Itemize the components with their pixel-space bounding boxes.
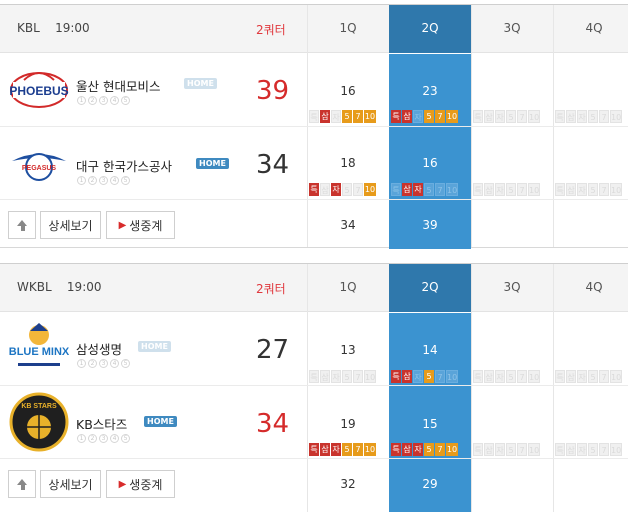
- scoreboard-footer: 상세보기 ▶ 생중계 32 29: [0, 460, 628, 508]
- quarter-header-1q: 1Q: [339, 280, 357, 294]
- q2-score: 16: [422, 156, 438, 170]
- q4-stat-chips: 특 삼 자 5 7 10: [555, 370, 622, 383]
- team-row: KB STARS KB스타즈 HOME 12345 34 19 15 특 삼 자…: [0, 387, 628, 459]
- mini-indicator: 12345: [77, 434, 130, 443]
- scoreboard-kbl: KBL 19:00 2쿼터 1Q 2Q 3Q 4Q PHOEBUS 울산 현대모…: [0, 4, 628, 249]
- play-triangle-icon: ▶: [118, 478, 127, 490]
- quarter-header-1q: 1Q: [339, 21, 357, 35]
- q1-score: 19: [340, 417, 356, 431]
- detail-button[interactable]: 상세보기: [40, 470, 101, 498]
- team-name[interactable]: 삼성생명: [76, 339, 122, 358]
- q1-score: 16: [340, 84, 356, 98]
- scoreboard-header: WKBL 19:00 2쿼터 1Q 2Q 3Q 4Q: [0, 264, 628, 312]
- q2-total: 39: [422, 218, 438, 232]
- q1-score: 13: [340, 343, 356, 357]
- play-triangle-icon: ▶: [118, 219, 127, 231]
- home-badge: HOME: [184, 78, 217, 89]
- current-period: 2쿼터: [256, 23, 286, 37]
- q1-score: 18: [340, 156, 356, 170]
- q3-stat-chips: 특 삼 자 5 7 10: [473, 110, 540, 123]
- detail-button[interactable]: 상세보기: [40, 211, 101, 239]
- q2-total: 29: [422, 477, 438, 491]
- scroll-up-button[interactable]: [8, 470, 36, 498]
- scoreboard-footer: 상세보기 ▶ 생중계 34 39: [0, 201, 628, 249]
- quarter-header-4q: 4Q: [585, 280, 603, 294]
- q2-score: 23: [422, 84, 438, 98]
- q2-stat-chips: 특 삼 자 5 7 10: [391, 183, 458, 196]
- team-logo-phoebus: PHOEBUS: [9, 72, 69, 108]
- live-button[interactable]: ▶ 생중계: [106, 211, 175, 239]
- q1-stat-chips: 특 삼 자 5 7 10: [309, 183, 376, 196]
- live-button[interactable]: ▶ 생중계: [106, 470, 175, 498]
- q2-stat-chips: 특 삼 자 5 7 10: [391, 110, 458, 123]
- current-period: 2쿼터: [256, 282, 286, 296]
- q2-stat-chips: 특 삼 자 5 7 10: [391, 443, 458, 456]
- home-badge: HOME: [196, 158, 229, 169]
- team-name[interactable]: 울산 현대모비스: [76, 76, 160, 95]
- team-logo-kb-stars: KB STARS: [9, 392, 69, 452]
- team-logo-blue-minx: BLUE MINX: [9, 323, 70, 366]
- scoreboard-header: KBL 19:00 2쿼터 1Q 2Q 3Q 4Q: [0, 5, 628, 53]
- mini-indicator: 12345: [77, 359, 130, 368]
- q1-stat-chips: 특 삼 자 5 7 10: [309, 443, 376, 456]
- quarter-header-2q: 2Q: [421, 280, 439, 294]
- league-time: WKBL 19:00: [17, 280, 102, 294]
- q4-stat-chips: 특 삼 자 5 7 10: [555, 183, 622, 196]
- q1-stat-chips: 특 삼 자 5 7 10: [309, 110, 376, 123]
- q4-stat-chips: 특 삼 자 5 7 10: [555, 110, 622, 123]
- q2-stat-chips: 특 삼 자 5 7 10: [391, 370, 458, 383]
- quarter-header-2q: 2Q: [421, 21, 439, 35]
- mini-indicator: 12345: [77, 176, 130, 185]
- scoreboard-wkbl: WKBL 19:00 2쿼터 1Q 2Q 3Q 4Q BLUE MINX 삼성생…: [0, 263, 628, 512]
- q1-total: 32: [340, 477, 356, 491]
- home-badge: HOME: [144, 416, 177, 427]
- svg-text:BLUE MINX: BLUE MINX: [9, 346, 70, 358]
- team-name[interactable]: KB스타즈: [76, 414, 127, 433]
- team-name[interactable]: 대구 한국가스공사: [76, 156, 172, 175]
- q3-stat-chips: 특 삼 자 5 7 10: [473, 443, 540, 456]
- home-badge: HOME: [138, 341, 171, 352]
- quarter-header-3q: 3Q: [503, 21, 521, 35]
- league-time: KBL 19:00: [17, 21, 90, 35]
- scroll-up-button[interactable]: [8, 211, 36, 239]
- q3-stat-chips: 특 삼 자 5 7 10: [473, 183, 540, 196]
- q4-stat-chips: 특 삼 자 5 7 10: [555, 443, 622, 456]
- team-logo-pegasus: PEGASUS: [12, 153, 66, 181]
- quarter-header-3q: 3Q: [503, 280, 521, 294]
- svg-text:PEGASUS: PEGASUS: [22, 165, 57, 172]
- q3-stat-chips: 특 삼 자 5 7 10: [473, 370, 540, 383]
- q2-score: 14: [422, 343, 438, 357]
- team-row: PHOEBUS 울산 현대모비스 HOME 12345 39 16 23 특 삼…: [0, 54, 628, 127]
- svg-text:KB STARS: KB STARS: [21, 403, 57, 410]
- team-row: BLUE MINX 삼성생명 HOME 12345 27 13 14 특 삼 자…: [0, 313, 628, 386]
- q2-score: 15: [422, 417, 438, 431]
- team-row: PEGASUS 대구 한국가스공사 HOME 12345 34 18 16 특 …: [0, 128, 628, 200]
- q1-stat-chips: 특 삼 자 5 7 10: [309, 370, 376, 383]
- q1-total: 34: [340, 218, 356, 232]
- quarter-header-4q: 4Q: [585, 21, 603, 35]
- svg-text:PHOEBUS: PHOEBUS: [9, 84, 68, 98]
- mini-indicator: 12345: [77, 96, 130, 105]
